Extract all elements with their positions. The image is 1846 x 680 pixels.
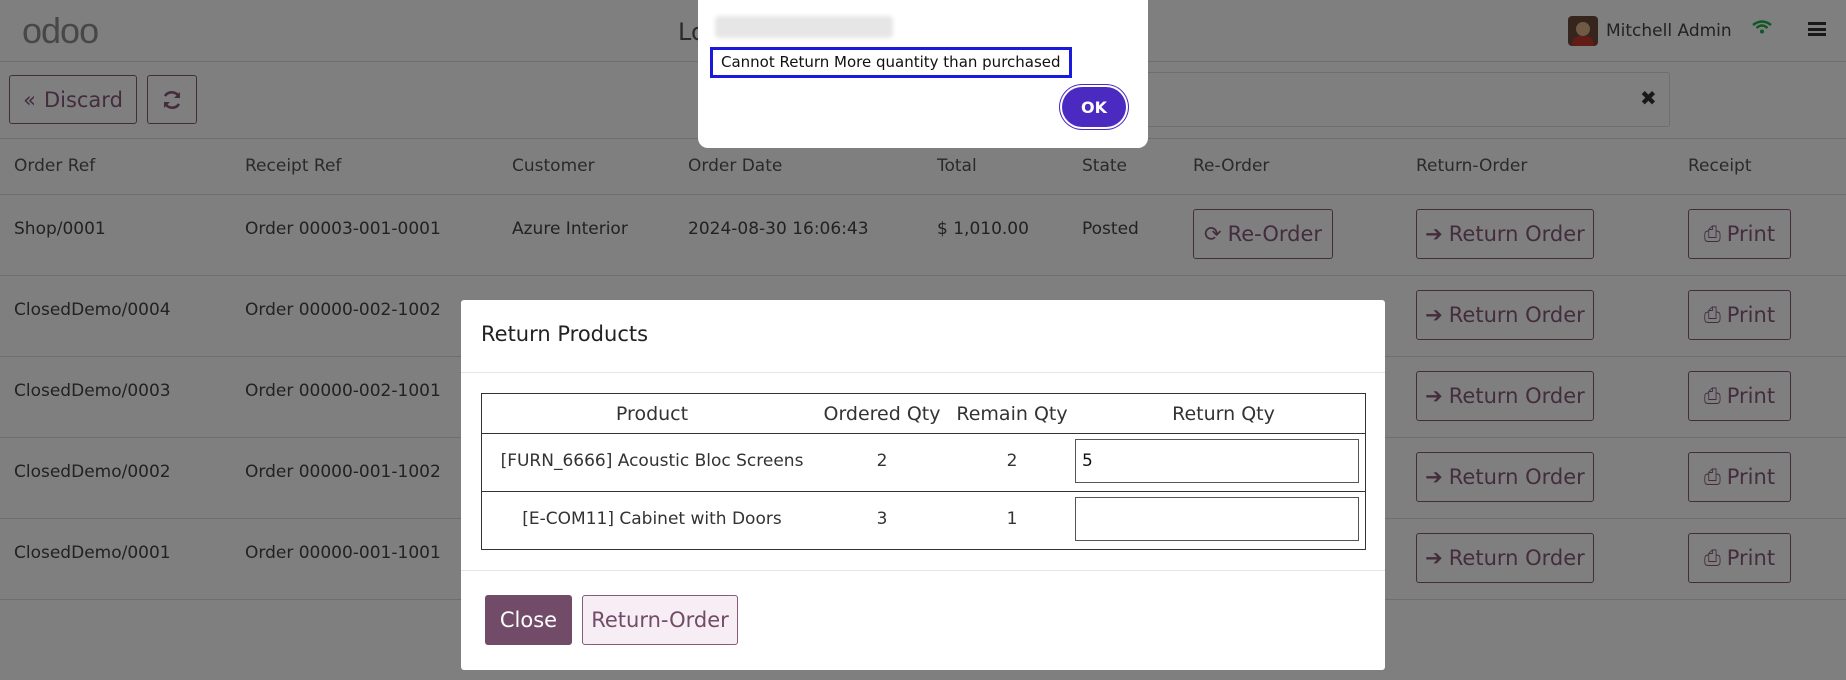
remain-qty: 1	[1006, 509, 1018, 529]
return-products-dialog: Return Products Product Ordered Qty Rema…	[461, 300, 1385, 670]
close-button[interactable]: Close	[485, 595, 572, 645]
column-header: Ordered Qty	[823, 403, 941, 425]
table-row: [E-COM11] Cabinet with Doors 3 1	[482, 492, 1365, 550]
alert-dialog: Cannot Return More quantity than purchas…	[698, 0, 1148, 148]
divider	[461, 372, 1385, 373]
return-products-table: Product Ordered Qty Remain Qty Return Qt…	[481, 393, 1366, 550]
ok-button[interactable]: OK	[1062, 87, 1126, 127]
divider	[461, 570, 1385, 571]
return-order-submit-button[interactable]: Return-Order	[582, 595, 738, 645]
dialog-title: Return Products	[481, 322, 649, 346]
blurred-title	[715, 16, 893, 38]
return-qty-input[interactable]	[1075, 439, 1359, 483]
table-header: Product Ordered Qty Remain Qty Return Qt…	[482, 394, 1365, 434]
table-row: [FURN_6666] Acoustic Bloc Screens 2 2	[482, 434, 1365, 492]
product-name: [FURN_6666] Acoustic Bloc Screens	[500, 451, 804, 471]
column-header: Remain Qty	[956, 403, 1068, 425]
ordered-qty: 2	[876, 451, 888, 471]
column-header: Return Qty	[1172, 403, 1275, 425]
return-qty-input[interactable]	[1075, 497, 1359, 541]
alert-message: Cannot Return More quantity than purchas…	[710, 47, 1072, 78]
remain-qty: 2	[1006, 451, 1018, 471]
ordered-qty: 3	[876, 509, 888, 529]
product-name: [E-COM11] Cabinet with Doors	[522, 509, 782, 529]
column-header: Product	[615, 403, 689, 425]
